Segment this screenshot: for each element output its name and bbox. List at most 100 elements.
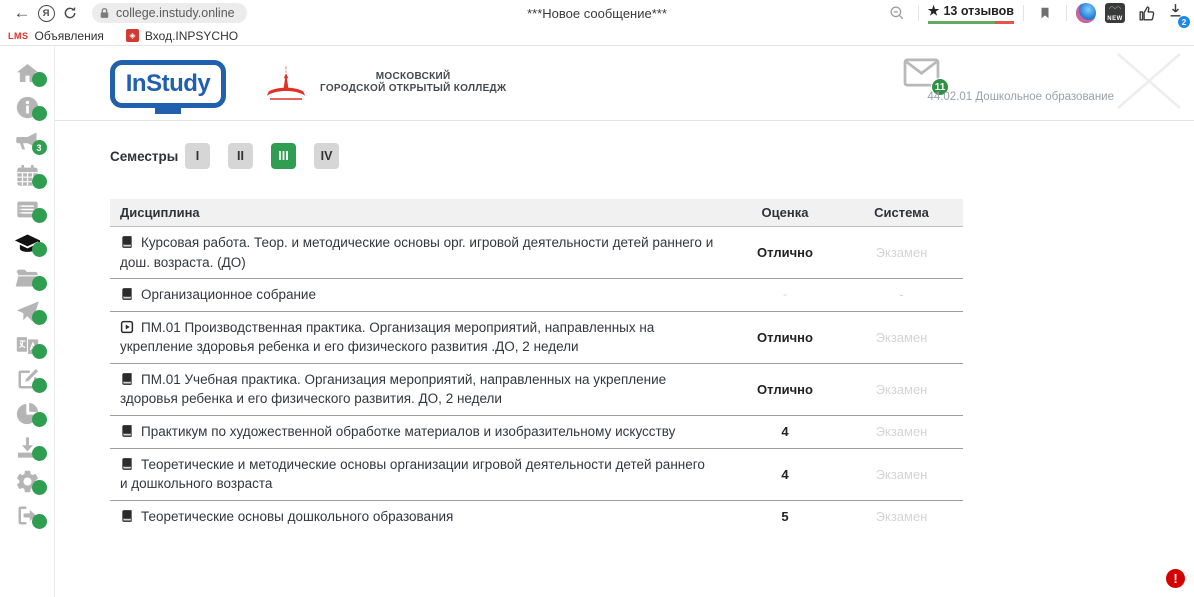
sidebar-item-settings[interactable] xyxy=(0,464,55,498)
grade-value: Отлично xyxy=(730,245,840,260)
extension-new-icon[interactable]: ◠◠ NEW xyxy=(1105,3,1125,23)
discipline-name: Теоретические основы дошкольного образов… xyxy=(141,509,453,524)
discipline-name: ПМ.01 Производственная практика. Организ… xyxy=(120,320,654,355)
grade-value: 5 xyxy=(730,509,840,524)
sidebar-badge xyxy=(32,242,47,257)
grade-value: 4 xyxy=(730,424,840,439)
sidebar-badge xyxy=(32,412,47,427)
sidebar-item-journal[interactable] xyxy=(0,192,55,226)
semesters-label: Семестры xyxy=(110,149,185,164)
site-reviews-button[interactable]: ★ 13 отзывов xyxy=(928,3,1014,24)
extension-thumb-icon[interactable] xyxy=(1134,2,1158,24)
lms-icon: LMS xyxy=(8,31,29,41)
sidebar-item-downloads[interactable] xyxy=(0,430,55,464)
college-tower-icon xyxy=(262,61,310,105)
grade-value: 4 xyxy=(730,467,840,482)
downloads-button[interactable]: 2 xyxy=(1167,2,1184,24)
sidebar-item-grades[interactable] xyxy=(0,226,55,260)
system-value: Экзамен xyxy=(840,330,963,345)
semester-button-I[interactable]: I xyxy=(185,143,210,169)
system-value: - xyxy=(840,287,963,302)
sidebar-badge xyxy=(32,276,47,291)
book-icon xyxy=(120,424,134,438)
sidebar-item-logout[interactable] xyxy=(0,498,55,532)
book-icon xyxy=(120,287,134,301)
semester-switcher: Семестры IIIIIIIV xyxy=(110,143,1194,169)
table-row[interactable]: Теоретические основы дошкольного образов… xyxy=(110,501,963,533)
sidebar-item-compose[interactable] xyxy=(0,362,55,396)
sidebar-item-announcements[interactable]: 3 xyxy=(0,124,55,158)
discipline-name: ПМ.01 Учебная практика. Организация меро… xyxy=(120,372,666,407)
sidebar: 3 xyxy=(0,46,55,597)
grade-value: - xyxy=(730,289,840,301)
discipline-name: Теоретические и методические основы орга… xyxy=(120,457,705,492)
rating-bar xyxy=(928,21,1014,24)
address-bar[interactable]: college.instudy.online xyxy=(92,3,247,23)
sidebar-item-translate[interactable] xyxy=(0,328,55,362)
play-icon xyxy=(120,320,134,334)
zoom-out-button[interactable] xyxy=(885,2,909,24)
messages-button[interactable]: 11 xyxy=(903,58,940,92)
semester-button-III[interactable]: III xyxy=(271,143,296,169)
downloads-badge: 2 xyxy=(1178,16,1190,28)
browser-toolbar: ← Я college.instudy.online ***Новое сооб… xyxy=(0,0,1194,26)
discipline-name: Практикум по художественной обработке ма… xyxy=(141,424,675,439)
college-logo[interactable]: МОСКОВСКИЙ ГОРОДСКОЙ ОТКРЫТЫЙ КОЛЛЕДЖ xyxy=(262,61,506,105)
program-code: 44.02.01 Дошкольное образование xyxy=(927,91,1114,103)
semester-button-IV[interactable]: IV xyxy=(314,143,339,169)
alert-button[interactable]: ! xyxy=(1166,569,1185,588)
sidebar-badge xyxy=(32,208,47,223)
bookmark-label: Объявления xyxy=(35,29,104,43)
table-body: Курсовая работа. Теор. и методические ос… xyxy=(110,227,963,532)
instudy-logo-text: InStudy xyxy=(126,70,211,98)
system-value: Экзамен xyxy=(840,382,963,397)
sidebar-badge xyxy=(32,72,47,87)
sidebar-item-calendar[interactable] xyxy=(0,158,55,192)
bookmark-lms[interactable]: LMS Объявления xyxy=(8,29,104,43)
sidebar-item-statistics[interactable] xyxy=(0,396,55,430)
system-value: Экзамен xyxy=(840,467,963,482)
book-icon xyxy=(120,509,134,523)
table-row[interactable]: ПМ.01 Производственная практика. Организ… xyxy=(110,312,963,364)
sidebar-item-home[interactable] xyxy=(0,56,55,90)
close-icon[interactable] xyxy=(1114,50,1184,112)
bookmarks-bar: LMS Объявления ◈ Вход.INPSYCHO xyxy=(0,26,1194,46)
bookmark-button[interactable] xyxy=(1033,2,1057,24)
divider xyxy=(1066,5,1067,21)
sidebar-badge xyxy=(32,106,47,121)
bookmark-inpsycho[interactable]: ◈ Вход.INPSYCHO xyxy=(126,29,238,43)
table-row[interactable]: Организационное собрание - - xyxy=(110,279,963,312)
url-text: college.instudy.online xyxy=(116,6,235,20)
back-button[interactable]: ← xyxy=(10,2,34,24)
inpsycho-icon: ◈ xyxy=(126,29,139,42)
table-row[interactable]: Теоретические и методические основы орга… xyxy=(110,449,963,501)
browser-menu-button[interactable]: Я xyxy=(34,2,58,24)
system-value: Экзамен xyxy=(840,245,963,260)
grade-value: Отлично xyxy=(730,330,840,345)
grade-value: Отлично xyxy=(730,382,840,397)
table-row[interactable]: Курсовая работа. Теор. и методические ос… xyxy=(110,227,963,279)
semester-button-II[interactable]: II xyxy=(228,143,253,169)
instudy-logo[interactable]: InStudy xyxy=(110,60,226,108)
sidebar-item-files[interactable] xyxy=(0,260,55,294)
sidebar-badge xyxy=(32,480,47,495)
table-row[interactable]: ПМ.01 Учебная практика. Организация меро… xyxy=(110,364,963,416)
divider xyxy=(918,5,919,21)
col-system: Система xyxy=(840,199,963,226)
discipline-name: Организационное собрание xyxy=(141,287,316,302)
col-grade: Оценка xyxy=(730,199,840,226)
college-name: МОСКОВСКИЙ ГОРОДСКОЙ ОТКРЫТЫЙ КОЛЛЕДЖ xyxy=(320,71,506,96)
refresh-icon xyxy=(62,5,78,21)
reviews-count: 13 отзывов xyxy=(943,4,1014,18)
sidebar-item-info[interactable] xyxy=(0,90,55,124)
book-icon xyxy=(120,457,134,471)
refresh-button[interactable] xyxy=(58,2,82,24)
sidebar-badge xyxy=(32,378,47,393)
sidebar-badge xyxy=(32,344,47,359)
table-row[interactable]: Практикум по художественной обработке ма… xyxy=(110,416,963,449)
sidebar-item-messages[interactable] xyxy=(0,294,55,328)
system-value: Экзамен xyxy=(840,509,963,524)
bookmark-flag-icon xyxy=(1038,5,1052,21)
extension-globe-icon[interactable] xyxy=(1076,3,1096,23)
sidebar-badge xyxy=(32,514,47,529)
